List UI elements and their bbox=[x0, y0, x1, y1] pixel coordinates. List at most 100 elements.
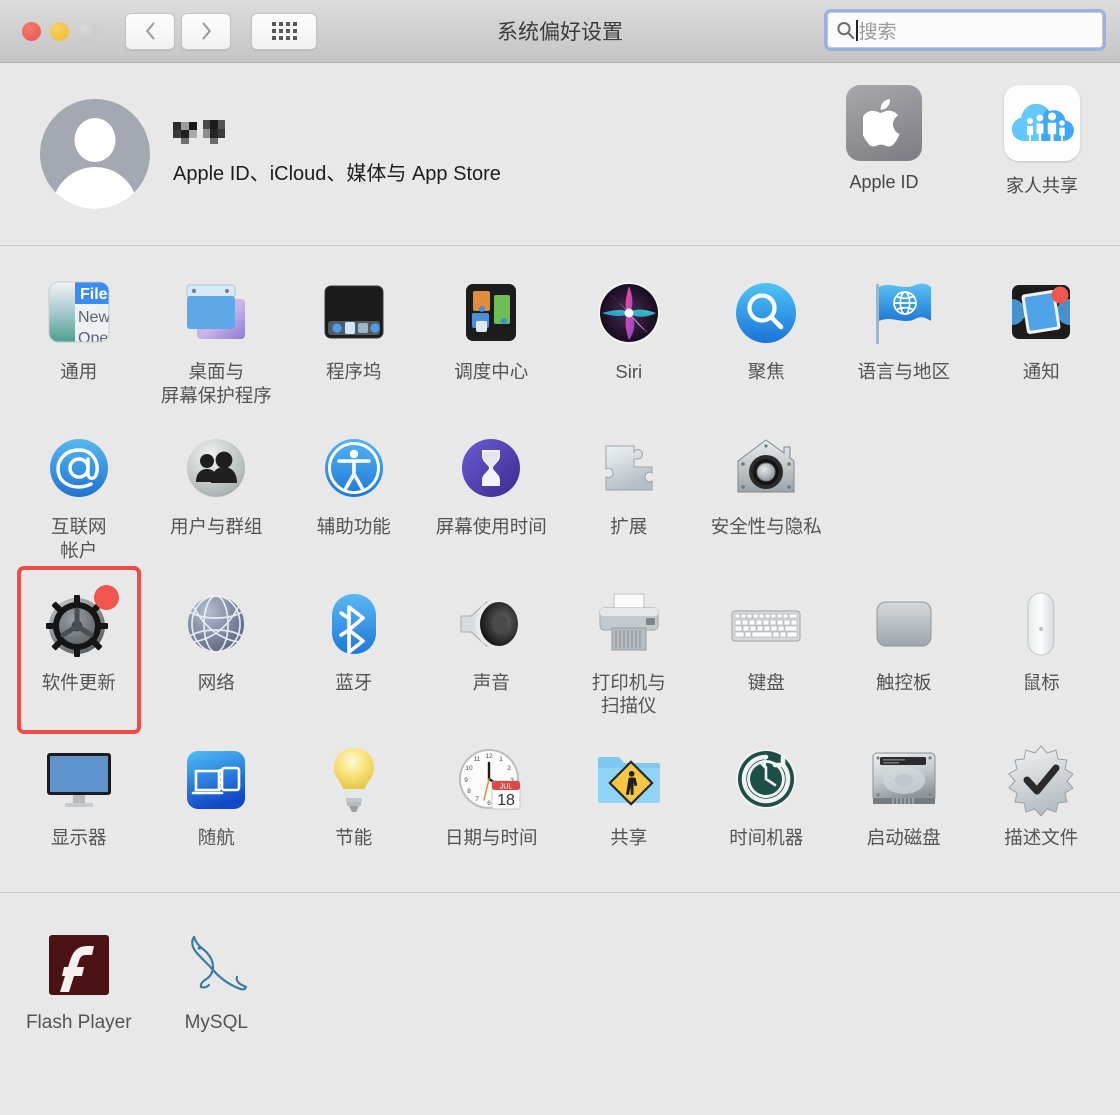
bluetooth-icon bbox=[316, 587, 392, 663]
grid-spacer bbox=[285, 915, 423, 1065]
pane-energy-saver[interactable]: 节能 bbox=[285, 730, 423, 880]
pane-label: 键盘 bbox=[748, 671, 785, 695]
pane-bluetooth[interactable]: 蓝牙 bbox=[285, 575, 423, 728]
pane-label: 用户与群组 bbox=[170, 515, 263, 539]
pane-notifications[interactable]: 通知 bbox=[973, 264, 1111, 417]
svg-text:11: 11 bbox=[474, 756, 481, 763]
pane-label: 程序坞 bbox=[326, 360, 382, 384]
mission-control-icon bbox=[453, 276, 529, 352]
window-titlebar: 系统偏好设置 搜索 bbox=[0, 0, 1120, 63]
pane-time-machine[interactable]: 时间机器 bbox=[698, 730, 836, 880]
pane-label: 节能 bbox=[335, 826, 372, 850]
apple-id-banner[interactable]: Apple ID、iCloud、媒体与 App Store Apple ID bbox=[0, 63, 1120, 245]
text-cursor bbox=[856, 20, 858, 41]
svg-text:9: 9 bbox=[464, 777, 468, 784]
pane-label: 触控板 bbox=[876, 671, 932, 695]
pane-desktop-screensaver[interactable]: 桌面与屏幕保护程序 bbox=[148, 264, 286, 417]
search-field[interactable]: 搜索 bbox=[824, 9, 1106, 51]
pane-sidecar[interactable]: 随航 bbox=[148, 730, 286, 880]
pane-startup-disk[interactable]: 启动磁盘 bbox=[835, 730, 973, 880]
pane-label: 调度中心 bbox=[454, 360, 528, 384]
pane-label: 随航 bbox=[198, 826, 235, 850]
minimize-button[interactable] bbox=[50, 22, 69, 41]
notifications-icon bbox=[1003, 276, 1079, 352]
close-button[interactable] bbox=[22, 22, 41, 41]
pane-accessibility[interactable]: 辅助功能 bbox=[285, 419, 423, 572]
search-input-area[interactable]: 搜索 bbox=[827, 12, 1103, 48]
svg-text:New: New bbox=[78, 309, 110, 326]
pane-general[interactable]: File New Ope 通用 bbox=[10, 264, 148, 417]
pane-label: 扩展 bbox=[610, 515, 647, 539]
pane-sharing[interactable]: 共享 bbox=[560, 730, 698, 880]
siri-icon bbox=[591, 276, 667, 352]
network-icon bbox=[178, 587, 254, 663]
dock-icon bbox=[316, 276, 392, 352]
avatar-body bbox=[52, 167, 138, 209]
grid-spacer bbox=[835, 419, 973, 572]
pane-extensions[interactable]: 扩展 bbox=[560, 419, 698, 572]
pane-spotlight[interactable]: 聚焦 bbox=[698, 264, 836, 417]
pane-security-privacy[interactable]: 安全性与隐私 bbox=[698, 419, 836, 572]
pane-users-groups[interactable]: 用户与群组 bbox=[148, 419, 286, 572]
svg-text:6: 6 bbox=[487, 800, 491, 807]
date-time-icon: 1212 345 678 91011 JUL 18 bbox=[453, 742, 529, 818]
apple-logo-icon bbox=[846, 85, 922, 161]
desktop-screensaver-icon bbox=[178, 276, 254, 352]
pane-language-region[interactable]: 语言与地区 bbox=[835, 264, 973, 417]
pane-printers-scanners[interactable]: 打印机与扫描仪 bbox=[560, 575, 698, 728]
pane-mouse[interactable]: 鼠标 bbox=[973, 575, 1111, 728]
pane-label: 时间机器 bbox=[729, 826, 803, 850]
pane-label: 聚焦 bbox=[748, 360, 785, 384]
pane-mission-control[interactable]: 调度中心 bbox=[423, 264, 561, 417]
pane-screen-time[interactable]: 屏幕使用时间 bbox=[423, 419, 561, 572]
grid-spacer bbox=[835, 915, 973, 1065]
account-subtitle: Apple ID、iCloud、媒体与 App Store bbox=[173, 157, 501, 186]
trackpad-icon bbox=[866, 587, 942, 663]
pane-label: 互联网帐户 bbox=[51, 515, 107, 562]
pane-dock[interactable]: 程序坞 bbox=[285, 264, 423, 417]
svg-text:2: 2 bbox=[507, 765, 511, 772]
extensions-icon bbox=[591, 431, 667, 507]
pane-label: 软件更新 bbox=[42, 671, 116, 695]
pane-label: 通知 bbox=[1023, 360, 1060, 384]
pane-label: 安全性与隐私 bbox=[711, 515, 822, 539]
pane-network[interactable]: 网络 bbox=[148, 575, 286, 728]
calendar-month: JUL bbox=[500, 784, 513, 791]
displays-icon bbox=[41, 742, 117, 818]
pane-internet-accounts[interactable]: 互联网帐户 bbox=[10, 419, 148, 572]
pane-label: Siri bbox=[615, 360, 642, 384]
screen-time-icon bbox=[453, 431, 529, 507]
grid-spacer bbox=[973, 915, 1111, 1065]
pane-label: 通用 bbox=[60, 360, 97, 384]
pane-profiles[interactable]: 描述文件 bbox=[973, 730, 1111, 880]
pane-siri[interactable]: Siri bbox=[560, 264, 698, 417]
chevron-left-icon bbox=[145, 22, 156, 40]
pane-mysql[interactable]: MySQL bbox=[148, 915, 286, 1065]
svg-text:10: 10 bbox=[466, 765, 474, 772]
avatar[interactable] bbox=[40, 99, 150, 209]
pane-label: 打印机与扫描仪 bbox=[592, 671, 666, 718]
pane-family-sharing[interactable]: 家人共享 bbox=[994, 85, 1090, 198]
pane-apple-id[interactable]: Apple ID bbox=[836, 85, 932, 198]
show-all-button[interactable] bbox=[251, 13, 317, 50]
grid-dots-icon bbox=[272, 22, 297, 40]
preferences-content: Apple ID、iCloud、媒体与 App Store Apple ID bbox=[0, 63, 1120, 1115]
pane-displays[interactable]: 显示器 bbox=[10, 730, 148, 880]
grid-spacer bbox=[973, 419, 1111, 572]
pane-label: 桌面与屏幕保护程序 bbox=[161, 360, 272, 407]
pane-label: 启动磁盘 bbox=[867, 826, 941, 850]
pane-trackpad[interactable]: 触控板 bbox=[835, 575, 973, 728]
pane-date-time[interactable]: 1212 345 678 91011 JUL 18 日期 bbox=[423, 730, 561, 880]
general-icon: File New Ope bbox=[41, 276, 117, 352]
preferences-grid: File New Ope 通用 bbox=[0, 246, 1120, 892]
pane-label: MySQL bbox=[185, 1011, 248, 1035]
forward-button[interactable] bbox=[181, 13, 231, 50]
zoom-button[interactable] bbox=[78, 22, 97, 41]
avatar-head bbox=[75, 118, 116, 162]
back-button[interactable] bbox=[125, 13, 175, 50]
pane-software-update[interactable]: 软件更新 bbox=[10, 575, 148, 728]
pane-keyboard[interactable]: 键盘 bbox=[698, 575, 836, 728]
svg-text:File: File bbox=[80, 286, 108, 303]
pane-flash-player[interactable]: Flash Player bbox=[10, 915, 148, 1065]
pane-sound[interactable]: 声音 bbox=[423, 575, 561, 728]
